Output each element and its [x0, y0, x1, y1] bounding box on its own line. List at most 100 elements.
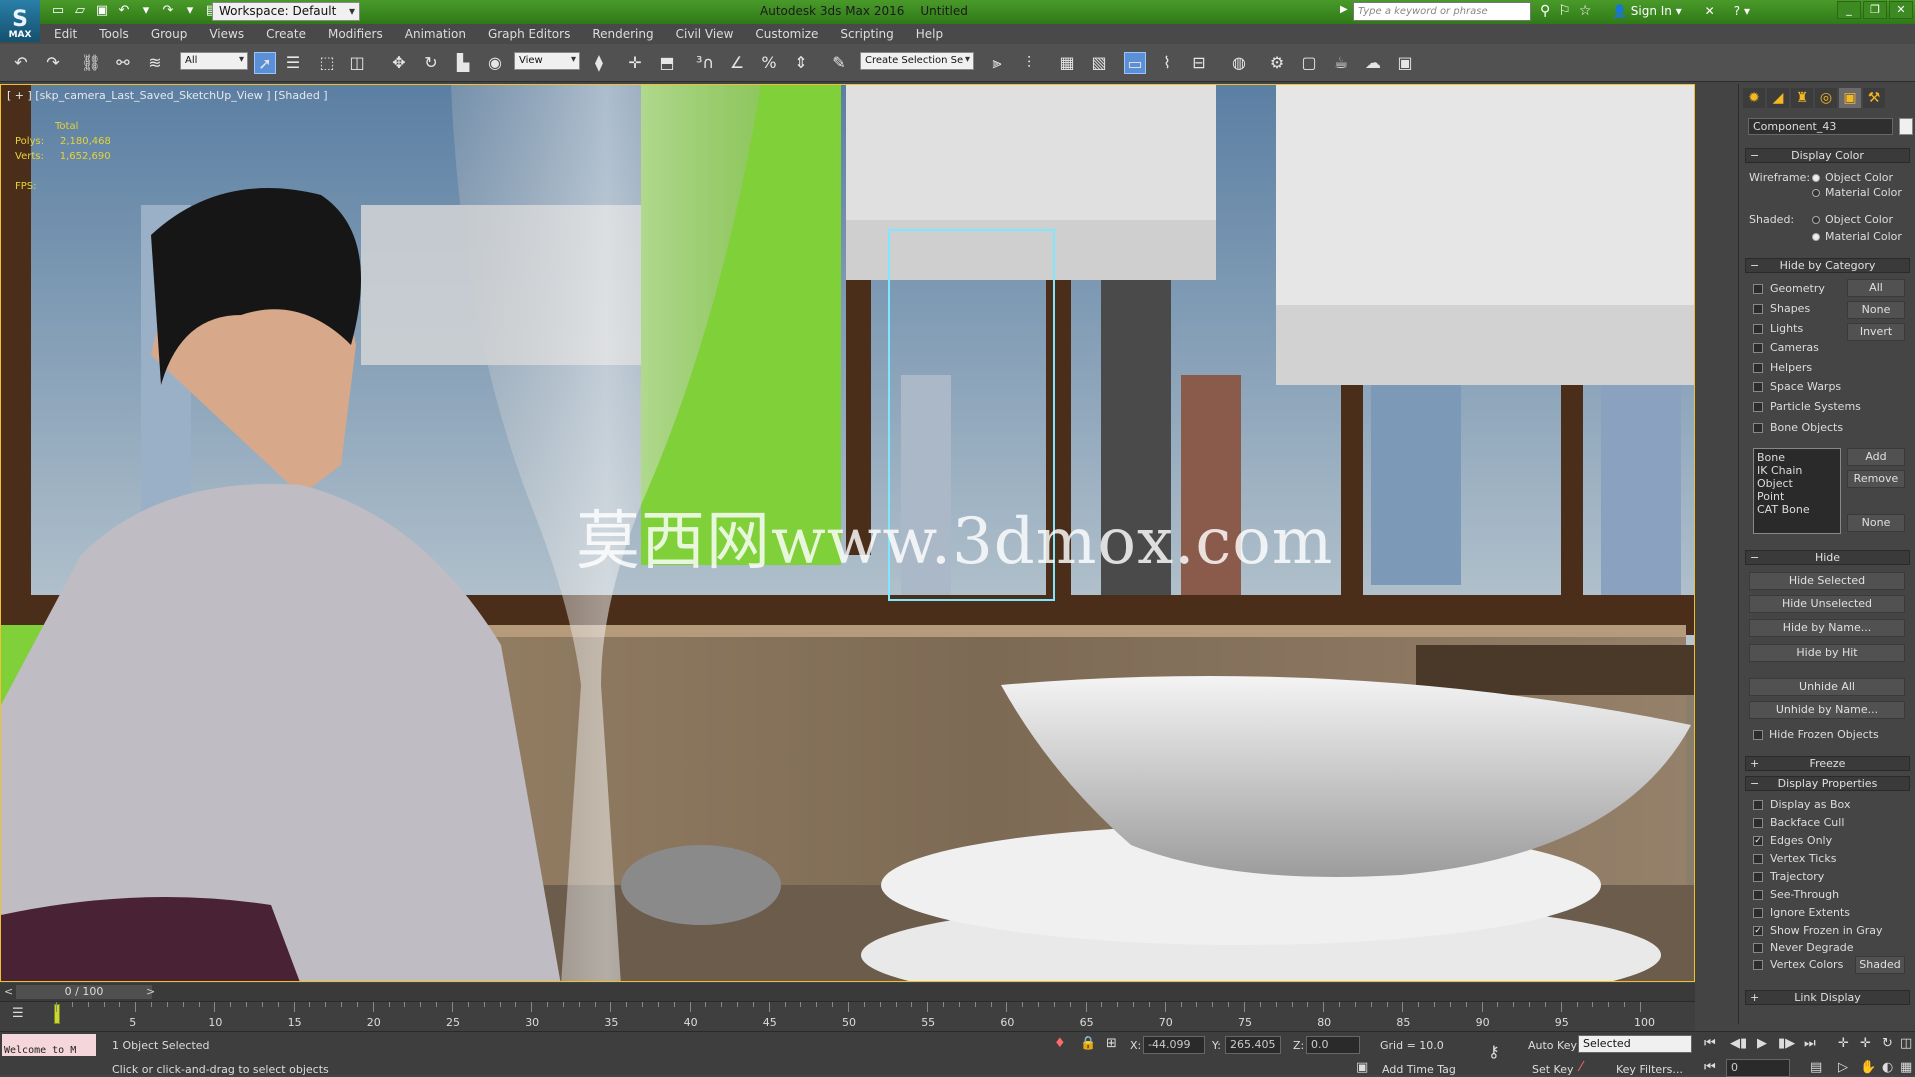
render-production-icon[interactable]: ☕: [1330, 52, 1352, 74]
utilities-tab-icon[interactable]: ⚒: [1863, 88, 1885, 108]
restore-icon[interactable]: ❐: [1863, 1, 1887, 19]
exchange-icon[interactable]: ✕: [1705, 4, 1715, 18]
x-coordinate-field[interactable]: -44.099: [1143, 1036, 1205, 1054]
time-slider[interactable]: < 0 / 100 >: [0, 983, 1695, 1001]
menu-tools[interactable]: Tools: [99, 27, 129, 41]
category-list-none-button[interactable]: None: [1847, 514, 1905, 532]
ribbon-toggle-icon[interactable]: ▭: [1124, 52, 1146, 74]
orbit-icon[interactable]: ↻: [1882, 1036, 1893, 1051]
rollout-link-display[interactable]: + Link Display: [1745, 990, 1910, 1005]
auto-key-button[interactable]: Auto Key: [1528, 1039, 1577, 1052]
rollout-freeze[interactable]: + Freeze: [1745, 756, 1910, 771]
edges-only-checkbox[interactable]: ✓: [1753, 836, 1763, 846]
align-icon[interactable]: ⫶: [1018, 52, 1040, 74]
backface-cull-checkbox[interactable]: [1753, 818, 1763, 828]
field-of-view-icon[interactable]: ▷: [1838, 1060, 1848, 1075]
never-degrade-checkbox[interactable]: [1753, 943, 1763, 953]
undo-icon[interactable]: ↶: [116, 3, 132, 19]
mini-curve-editor-icon[interactable]: ☰: [12, 1006, 24, 1021]
percent-snap-icon[interactable]: %: [758, 52, 780, 74]
maximize-toggle-icon[interactable]: ▦: [1900, 1060, 1912, 1075]
redo-dropdown-icon[interactable]: ▾: [182, 3, 198, 19]
redo-icon[interactable]: ↷: [42, 52, 64, 74]
undo-icon[interactable]: ↶: [10, 52, 32, 74]
reference-coordinate-dropdown[interactable]: View: [514, 52, 580, 70]
menu-edit[interactable]: Edit: [54, 27, 77, 41]
hide-bone-objects-checkbox[interactable]: [1753, 423, 1763, 433]
material-editor-icon[interactable]: ◍: [1228, 52, 1250, 74]
category-add-button[interactable]: Add: [1847, 448, 1905, 466]
render-cloud-icon[interactable]: ☁: [1362, 52, 1384, 74]
hide-helpers-checkbox[interactable]: [1753, 363, 1763, 373]
current-frame-field[interactable]: 0: [1726, 1059, 1790, 1077]
angle-snap-icon[interactable]: ∠: [726, 52, 748, 74]
y-coordinate-field[interactable]: 265.405: [1225, 1036, 1281, 1054]
link-icon[interactable]: ⛓: [80, 52, 102, 74]
unhide-by-name-button[interactable]: Unhide by Name...: [1749, 701, 1905, 719]
display-as-box-checkbox[interactable]: [1753, 800, 1763, 810]
time-tag-icon[interactable]: ▣: [1356, 1060, 1368, 1075]
rendered-frame-window-icon[interactable]: ▢: [1298, 52, 1320, 74]
menu-group[interactable]: Group: [151, 27, 188, 41]
scale-icon[interactable]: ▙: [452, 52, 474, 74]
go-to-start-icon[interactable]: ⏮: [1704, 1036, 1716, 1051]
open-file-icon[interactable]: ▱: [72, 3, 88, 19]
a360-gallery-icon[interactable]: ▣: [1394, 52, 1416, 74]
category-none-button[interactable]: None: [1847, 301, 1905, 319]
layer-manager-icon[interactable]: ▦: [1056, 52, 1078, 74]
set-key-icon[interactable]: ⁄: [1580, 1060, 1582, 1075]
hide-unselected-button[interactable]: Hide Unselected: [1749, 595, 1905, 613]
next-frame-icon[interactable]: ▮▶: [1778, 1036, 1795, 1051]
schematic-view-icon[interactable]: ⊟: [1188, 52, 1210, 74]
vertex-colors-shaded-button[interactable]: Shaded: [1855, 956, 1905, 974]
track-bar[interactable]: ☰ 5 10 15 20 25 30 35 40 45 50 55 60 65 70 75 80 85 90 95 1…: [0, 1001, 1695, 1031]
wireframe-material-color-radio[interactable]: [1812, 189, 1820, 197]
menu-help[interactable]: Help: [916, 27, 943, 41]
rotate-icon[interactable]: ↻: [420, 52, 442, 74]
maximize-viewport-icon[interactable]: ◫: [1900, 1036, 1912, 1051]
window-crossing-icon[interactable]: ◫: [346, 52, 368, 74]
time-cursor[interactable]: [54, 1004, 60, 1024]
unhide-all-button[interactable]: Unhide All: [1749, 678, 1905, 696]
time-slider-thumb[interactable]: 0 / 100: [16, 985, 152, 999]
shaded-object-color-radio[interactable]: [1812, 216, 1820, 224]
vertex-colors-checkbox[interactable]: [1753, 960, 1763, 970]
key-icon[interactable]: ⚷: [1488, 1042, 1500, 1061]
edit-named-selection-icon[interactable]: ✎: [828, 52, 850, 74]
curve-editor-icon[interactable]: ⌇: [1156, 52, 1178, 74]
minimize-icon[interactable]: _: [1837, 1, 1861, 19]
show-frozen-in-gray-checkbox[interactable]: ✓: [1753, 926, 1763, 936]
spinner-snap-icon[interactable]: ⇕: [790, 52, 812, 74]
new-file-icon[interactable]: ▭: [50, 3, 66, 19]
pan-icon[interactable]: ✋: [1860, 1060, 1876, 1075]
viewport-camera[interactable]: [ + ] [skp_camera_Last_Saved_SketchUp_Vi…: [0, 84, 1695, 982]
rollout-display-color[interactable]: − Display Color: [1745, 148, 1910, 163]
wireframe-object-color-radio[interactable]: [1812, 174, 1820, 182]
zoom-icon[interactable]: ✛: [1838, 1036, 1849, 1051]
rollout-hide[interactable]: − Hide: [1745, 550, 1910, 565]
play-icon[interactable]: ▶: [1757, 1036, 1767, 1051]
bind-space-warp-icon[interactable]: ≋: [144, 52, 166, 74]
maxscript-listener[interactable]: Welcome to M: [2, 1034, 96, 1056]
rollout-display-properties[interactable]: − Display Properties: [1745, 776, 1910, 791]
undo-dropdown-icon[interactable]: ▾: [138, 3, 154, 19]
object-color-swatch[interactable]: [1899, 118, 1913, 135]
rollout-hide-by-category[interactable]: − Hide by Category: [1745, 258, 1910, 273]
list-item[interactable]: IK Chain Object: [1757, 464, 1837, 490]
shaded-material-color-radio[interactable]: [1812, 233, 1820, 241]
ignore-extents-checkbox[interactable]: [1753, 908, 1763, 918]
object-name-field[interactable]: Component_43: [1748, 118, 1893, 135]
hide-particle-systems-checkbox[interactable]: [1753, 402, 1763, 412]
display-tab-icon[interactable]: ▣: [1839, 88, 1861, 108]
snaps-toggle-icon[interactable]: ³∩: [694, 52, 716, 74]
hide-shapes-checkbox[interactable]: [1753, 304, 1763, 314]
hide-lights-checkbox[interactable]: [1753, 324, 1763, 334]
go-to-end-icon[interactable]: ⏭: [1804, 1036, 1816, 1051]
keyboard-shortcut-icon[interactable]: ⬒: [656, 52, 678, 74]
menu-create[interactable]: Create: [266, 27, 306, 41]
time-slider-next-icon[interactable]: >: [146, 985, 155, 998]
search-input[interactable]: Type a keyword or phrase: [1353, 2, 1531, 21]
category-all-button[interactable]: All: [1847, 279, 1905, 297]
place-icon[interactable]: ◉: [484, 52, 506, 74]
add-time-tag-button[interactable]: Add Time Tag: [1382, 1063, 1456, 1076]
